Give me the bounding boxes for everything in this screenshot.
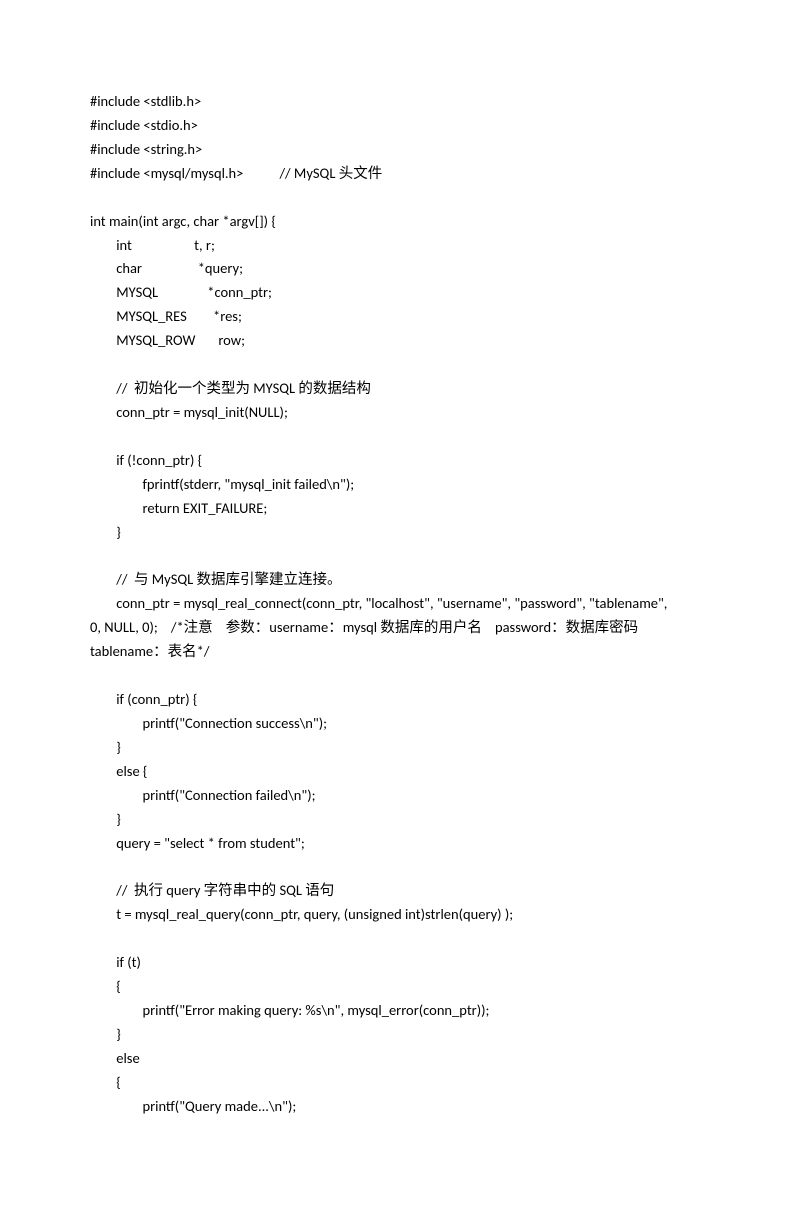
- code-line: printf("Query made...\n");: [90, 1095, 703, 1119]
- code-line: {: [90, 975, 703, 999]
- code-line: [90, 856, 703, 880]
- code-line: if (!conn_ptr) {: [90, 449, 703, 473]
- code-line: printf("Error making query: %s\n", mysql…: [90, 999, 703, 1023]
- code-line: [90, 545, 703, 569]
- code-line: #include <stdlib.h>: [90, 90, 703, 114]
- code-line: [90, 425, 703, 449]
- code-line: #include <mysql/mysql.h> // MySQL 头文件: [90, 162, 703, 186]
- code-line: #include <string.h>: [90, 138, 703, 162]
- document-page: #include <stdlib.h>#include <stdio.h>#in…: [0, 0, 793, 1209]
- code-line: if (t): [90, 951, 703, 975]
- code-line: tablename：表名*/: [90, 640, 703, 664]
- code-line: // 与 MySQL 数据库引擎建立连接。: [90, 568, 703, 592]
- code-line: printf("Connection success\n");: [90, 712, 703, 736]
- code-line: else {: [90, 760, 703, 784]
- code-line: t = mysql_real_query(conn_ptr, query, (u…: [90, 903, 703, 927]
- code-line: MYSQL *conn_ptr;: [90, 281, 703, 305]
- code-line: MYSQL_ROW row;: [90, 329, 703, 353]
- code-line: int main(int argc, char *argv[]) {: [90, 210, 703, 234]
- code-line: [90, 927, 703, 951]
- code-line: MYSQL_RES *res;: [90, 305, 703, 329]
- code-line: }: [90, 521, 703, 545]
- code-line: // 初始化一个类型为 MYSQL 的数据结构: [90, 377, 703, 401]
- code-line: conn_ptr = mysql_init(NULL);: [90, 401, 703, 425]
- code-line: return EXIT_FAILURE;: [90, 497, 703, 521]
- code-line: else: [90, 1047, 703, 1071]
- code-line: }: [90, 736, 703, 760]
- code-line: }: [90, 1023, 703, 1047]
- code-line: [90, 664, 703, 688]
- code-line: query = "select * from student";: [90, 832, 703, 856]
- code-line: [90, 186, 703, 210]
- code-line: int t, r;: [90, 234, 703, 258]
- code-line: #include <stdio.h>: [90, 114, 703, 138]
- code-line: conn_ptr = mysql_real_connect(conn_ptr, …: [90, 592, 703, 616]
- code-line: if (conn_ptr) {: [90, 688, 703, 712]
- code-line: [90, 353, 703, 377]
- code-block: #include <stdlib.h>#include <stdio.h>#in…: [90, 90, 703, 1119]
- code-line: // 执行 query 字符串中的 SQL 语句: [90, 879, 703, 903]
- code-line: char *query;: [90, 257, 703, 281]
- code-line: 0, NULL, 0); /*注意 参数：username：mysql 数据库的…: [90, 616, 703, 640]
- code-line: {: [90, 1071, 703, 1095]
- code-line: }: [90, 808, 703, 832]
- code-line: printf("Connection failed\n");: [90, 784, 703, 808]
- code-line: fprintf(stderr, "mysql_init failed\n");: [90, 473, 703, 497]
